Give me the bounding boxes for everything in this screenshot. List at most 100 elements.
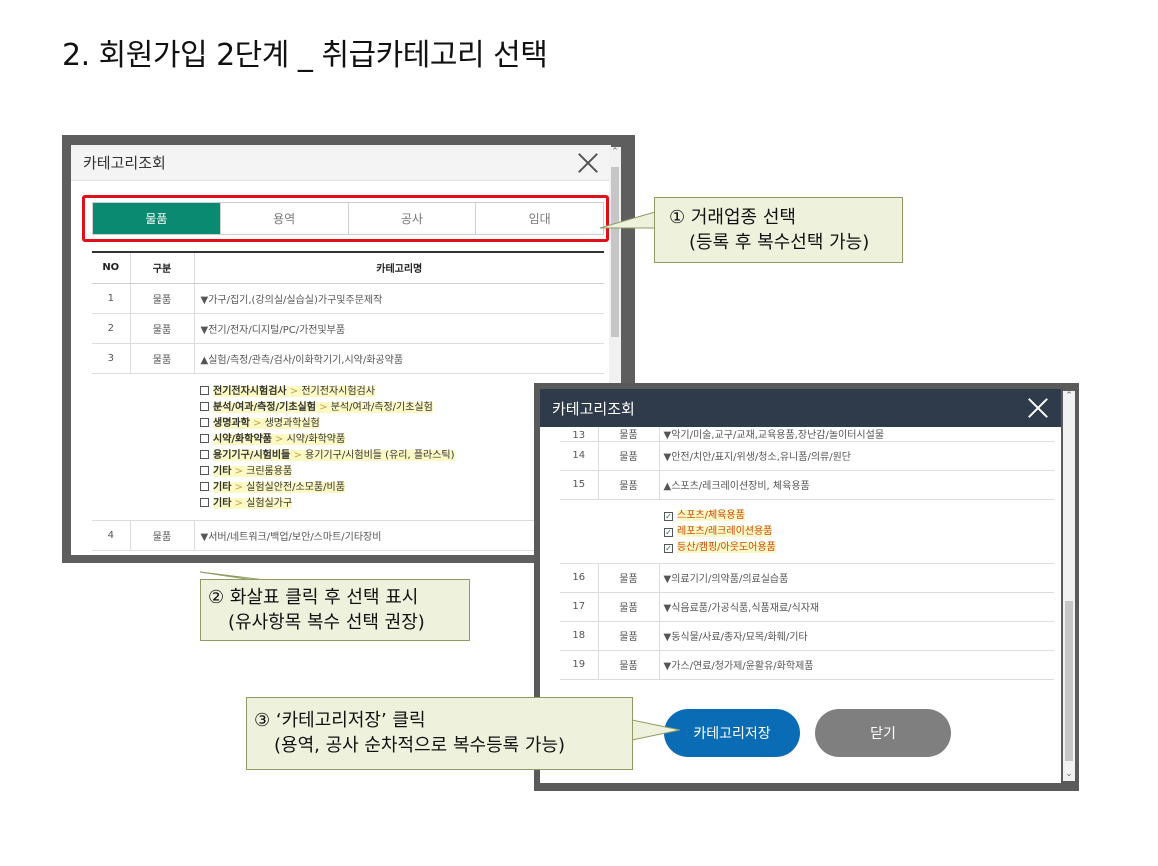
- subcategory-label: 생명과학실험: [264, 417, 320, 429]
- subcategory-row: 전기전자시험검사 > 전기전자시험검사 분석/여과/측정/기초실험 > 분석/여…: [92, 373, 604, 521]
- arrow-separator: >: [290, 449, 306, 461]
- category-table: 13 물품 ▼악기/미술,교구/교재,교육용품,장난감/놀이터시설물 14 물품…: [560, 427, 1054, 680]
- scroll-thumb[interactable]: [1065, 601, 1073, 761]
- subcategory-list: 전기전자시험검사 > 전기전자시험검사 분석/여과/측정/기초실험 > 분석/여…: [92, 373, 604, 521]
- row-no: 15: [560, 470, 599, 500]
- callout-step2-line2: (유사항목 복수 선택 권장): [228, 612, 425, 633]
- close-icon[interactable]: [1027, 397, 1049, 419]
- checkbox[interactable]: [200, 481, 209, 491]
- checkbox-checked[interactable]: [664, 511, 673, 521]
- callout-step2-line1: ② 화살표 클릭 후 선택 표시: [208, 587, 419, 608]
- subcategory-label: 시약/화학약품: [286, 433, 346, 445]
- row-category-name[interactable]: ▲실험/측정/관측/검사/이화학기기,시약/화공약품: [194, 343, 604, 374]
- row-no: 2: [92, 313, 131, 344]
- close-icon[interactable]: [577, 152, 599, 174]
- callout-step2: ② 화살표 클릭 후 선택 표시 (유사항목 복수 선택 권장): [200, 579, 470, 641]
- row-category-name[interactable]: ▼동식물/사료/종자/묘목/화훼/기타: [659, 621, 1054, 651]
- checkbox[interactable]: [200, 433, 209, 443]
- checkbox[interactable]: [200, 401, 209, 411]
- checkbox-checked[interactable]: [664, 543, 673, 553]
- checkbox-checked[interactable]: [664, 527, 673, 537]
- save-category-button[interactable]: 카테고리저장: [664, 709, 800, 757]
- callout-step3: ③ ‘카테고리저장’ 클릭 (용역, 공사 순차적으로 복수등록 가능): [246, 697, 633, 770]
- arrow-separator: >: [286, 385, 302, 397]
- subcategory-item[interactable]: 등산/캠핑/아웃도어용품: [664, 540, 1054, 556]
- row-division: 물품: [598, 441, 660, 471]
- checkbox[interactable]: [200, 449, 209, 459]
- modal-title: 카테고리조회: [552, 399, 635, 418]
- tabs-highlight-box: [82, 195, 609, 242]
- row-category-name[interactable]: ▲스포츠/레크레이션장비, 체육용품: [659, 470, 1054, 500]
- subcategory-group: 용기기구/시험비들: [213, 449, 291, 461]
- row-category-name[interactable]: ▼가구/집기,(강의실/실습실)가구및주문제작: [194, 283, 604, 314]
- row-division: 물품: [598, 427, 660, 442]
- arrow-separator: >: [231, 465, 247, 477]
- header-category-name: 카테고리명: [194, 251, 604, 284]
- row-no: 1: [92, 283, 131, 314]
- scroll-up-icon[interactable]: ⌃: [1063, 391, 1075, 403]
- modal2-scrollbar[interactable]: ⌃ ⌄: [1063, 391, 1075, 781]
- arrow-separator: >: [271, 433, 287, 445]
- row-division: 물품: [130, 313, 195, 344]
- subcategory-item[interactable]: 레포츠/레크레이션용품: [664, 524, 1054, 540]
- checkbox[interactable]: [200, 417, 209, 427]
- row-no: 3: [92, 343, 131, 374]
- row-category-name[interactable]: ▼의료기기/의약품/의료실습품: [659, 563, 1054, 593]
- row-category-name[interactable]: ▼가스/연료/청가제/윤활유/화학제품: [659, 650, 1054, 680]
- page-title: 2. 회원가입 2단계 _ 취급카테고리 선택: [62, 38, 548, 73]
- table-row[interactable]: 1 물품 ▼가구/집기,(강의실/실습실)가구및주문제작: [92, 283, 604, 314]
- row-no: 4: [92, 520, 131, 551]
- row-category-name[interactable]: ▼안전/치안/표지/위생/청소,유니폼/의류/원단: [659, 441, 1054, 471]
- table-row[interactable]: 2 물품 ▼전기/전자/디지털/PC/가전및부품: [92, 313, 604, 344]
- subcategory-row: 스포츠/체육용품 레포츠/레크레이션용품 등산/캠핑/아웃도어용품: [560, 499, 1054, 564]
- subcategory-label: 실험실가구: [246, 497, 293, 509]
- callout-step3-line2: (용역, 공사 순차적으로 복수등록 가능): [274, 735, 566, 756]
- scroll-thumb[interactable]: [611, 167, 619, 337]
- arrow-separator: >: [315, 401, 331, 413]
- row-division: 물품: [130, 520, 195, 551]
- table-row[interactable]: 16 물품 ▼의료기기/의약품/의료실습품: [560, 563, 1054, 593]
- table-row[interactable]: 13 물품 ▼악기/미술,교구/교재,교육용품,장난감/놀이터시설물: [560, 427, 1054, 442]
- subcategory-group: 시약/화학약품: [213, 433, 272, 445]
- row-division: 물품: [130, 283, 195, 314]
- row-category-name[interactable]: ▼식음료품/가공식품,식품재료/식자재: [659, 592, 1054, 622]
- row-category-name[interactable]: ▼악기/미술,교구/교재,교육용품,장난감/놀이터시설물: [659, 427, 1054, 442]
- row-no: 16: [560, 563, 599, 593]
- table-row[interactable]: 18 물품 ▼동식물/사료/종자/묘목/화훼/기타: [560, 621, 1054, 651]
- checkbox[interactable]: [200, 385, 209, 395]
- subcategory-label: 레포츠/레크레이션용품: [677, 525, 773, 537]
- checkbox[interactable]: [200, 497, 209, 507]
- subcategory-label: 용기기구/시험비들 (유리, 플라스틱): [305, 449, 455, 461]
- subcategory-group: 기타: [213, 465, 232, 477]
- table-row[interactable]: 17 물품 ▼식음료품/가공식품,식품재료/식자재: [560, 592, 1054, 622]
- callout-step1: ① 거래업종 선택 (등록 후 복수선택 가능): [654, 197, 903, 263]
- arrow-separator: >: [249, 417, 265, 429]
- row-no: 17: [560, 592, 599, 622]
- row-no: 14: [560, 441, 599, 471]
- subcategory-group: 분석/여과/측정/기초실험: [213, 401, 316, 413]
- modal-title: 카테고리조회: [83, 154, 166, 172]
- table-row[interactable]: 15 물품 ▲스포츠/레크레이션장비, 체육용품: [560, 470, 1054, 500]
- scroll-down-icon[interactable]: ⌄: [1063, 769, 1075, 781]
- subcategory-item[interactable]: 스포츠/체육용품: [664, 508, 1054, 524]
- row-no: 13: [560, 427, 599, 442]
- table-row[interactable]: 3 물품 ▲실험/측정/관측/검사/이화학기기,시약/화공약품: [92, 343, 604, 374]
- row-category-name[interactable]: ▼전기/전자/디지털/PC/가전및부품: [194, 313, 604, 344]
- callout-step1-line1: ① 거래업종 선택: [669, 207, 796, 228]
- callout-step1-line2: (등록 후 복수선택 가능): [689, 232, 870, 253]
- category-table: NO 구분 카테고리명 1 물품 ▼가구/집기,(강의실/실습실)가구및주문제작…: [92, 251, 604, 551]
- arrow-separator: >: [231, 497, 247, 509]
- callout-step3-line1: ③ ‘카테고리저장’ 클릭: [254, 710, 426, 731]
- table-row[interactable]: 14 물품 ▼안전/치안/표지/위생/청소,유니폼/의류/원단: [560, 441, 1054, 471]
- subcategory-label: 등산/캠핑/아웃도어용품: [677, 541, 776, 553]
- modal-header: 카테고리조회: [540, 389, 1061, 427]
- subcategory-label: 실험실안전/소모품/비품: [246, 481, 345, 493]
- row-no: 18: [560, 621, 599, 651]
- subcategory-label: 전기전자시험검사: [301, 385, 375, 397]
- checkbox[interactable]: [200, 465, 209, 475]
- scroll-up-icon[interactable]: ⌃: [609, 147, 621, 159]
- close-button[interactable]: 닫기: [815, 709, 951, 757]
- row-division: 물품: [598, 470, 660, 500]
- table-row[interactable]: 19 물품 ▼가스/연료/청가제/윤활유/화학제품: [560, 650, 1054, 680]
- table-row[interactable]: 4 물품 ▼서버/네트워크/백업/보안/스마트/기타장비: [92, 520, 604, 551]
